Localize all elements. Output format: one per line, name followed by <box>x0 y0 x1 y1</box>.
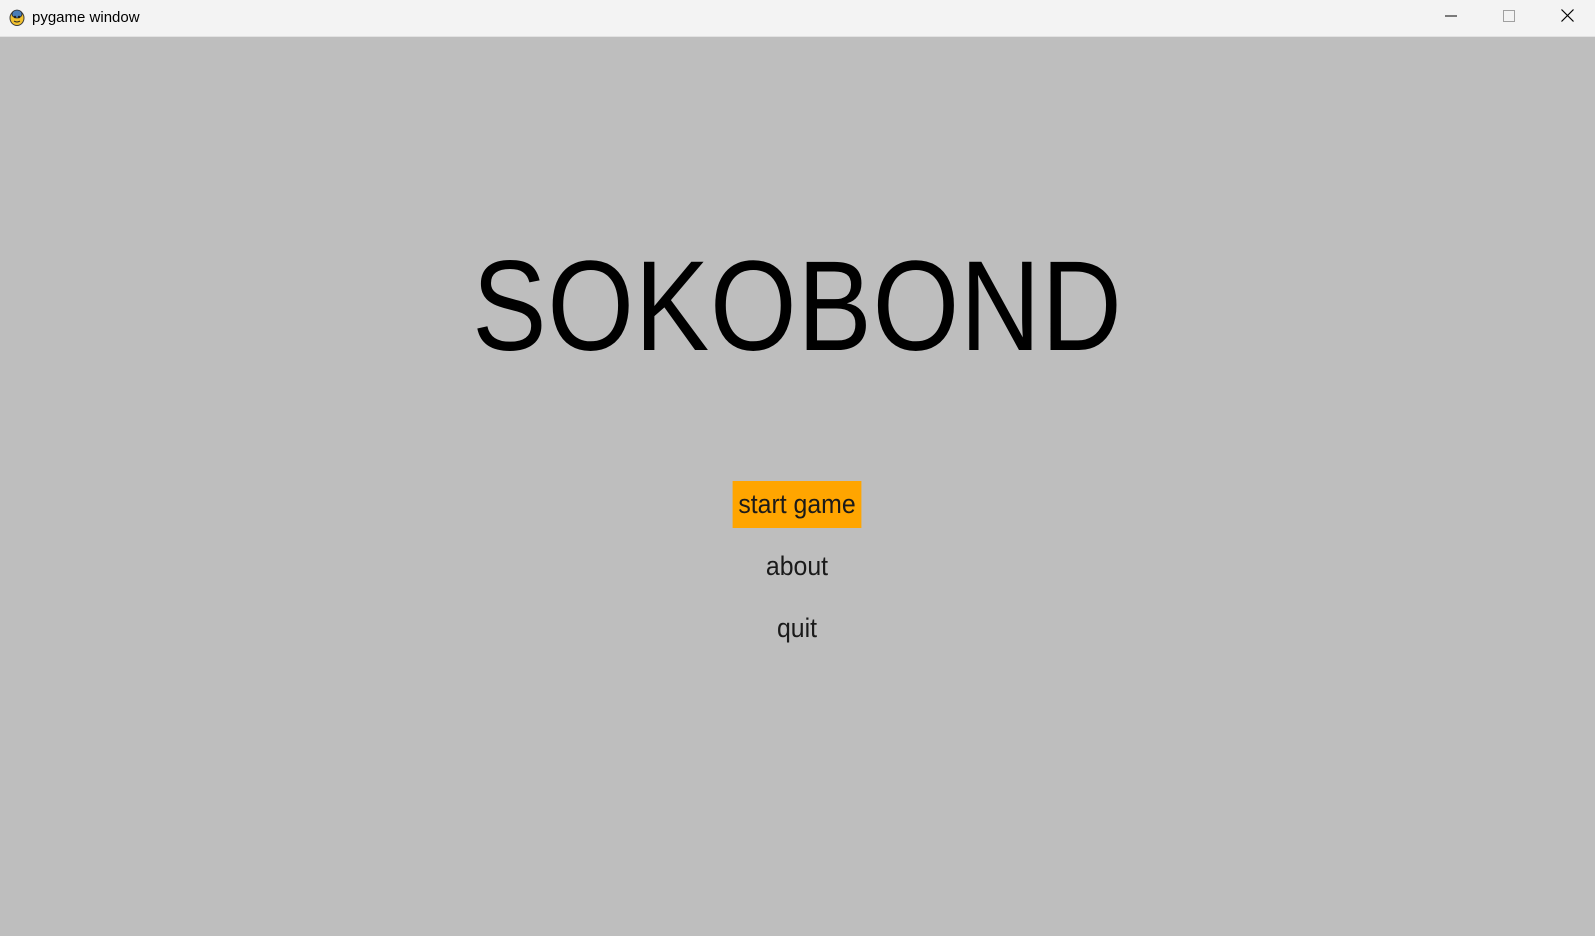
minimize-button[interactable] <box>1422 0 1480 36</box>
close-icon <box>1560 9 1574 27</box>
game-canvas[interactable]: SOKOBOND start game about quit <box>0 37 1595 936</box>
window-title: pygame window <box>32 9 140 26</box>
pygame-window: pygame window SOKOBOND start game about … <box>0 0 1595 936</box>
maximize-button[interactable] <box>1480 0 1538 36</box>
menu-item-start-game[interactable]: start game <box>732 481 862 528</box>
pygame-snake-icon <box>8 8 26 27</box>
close-button[interactable] <box>1538 0 1595 36</box>
menu-item-quit[interactable]: quit <box>733 605 862 652</box>
minimize-icon <box>1445 9 1457 27</box>
menu-item-about[interactable]: about <box>733 543 862 590</box>
maximize-icon <box>1503 9 1515 27</box>
title-bar[interactable]: pygame window <box>0 0 1595 37</box>
game-title: SOKOBOND <box>472 235 1123 378</box>
